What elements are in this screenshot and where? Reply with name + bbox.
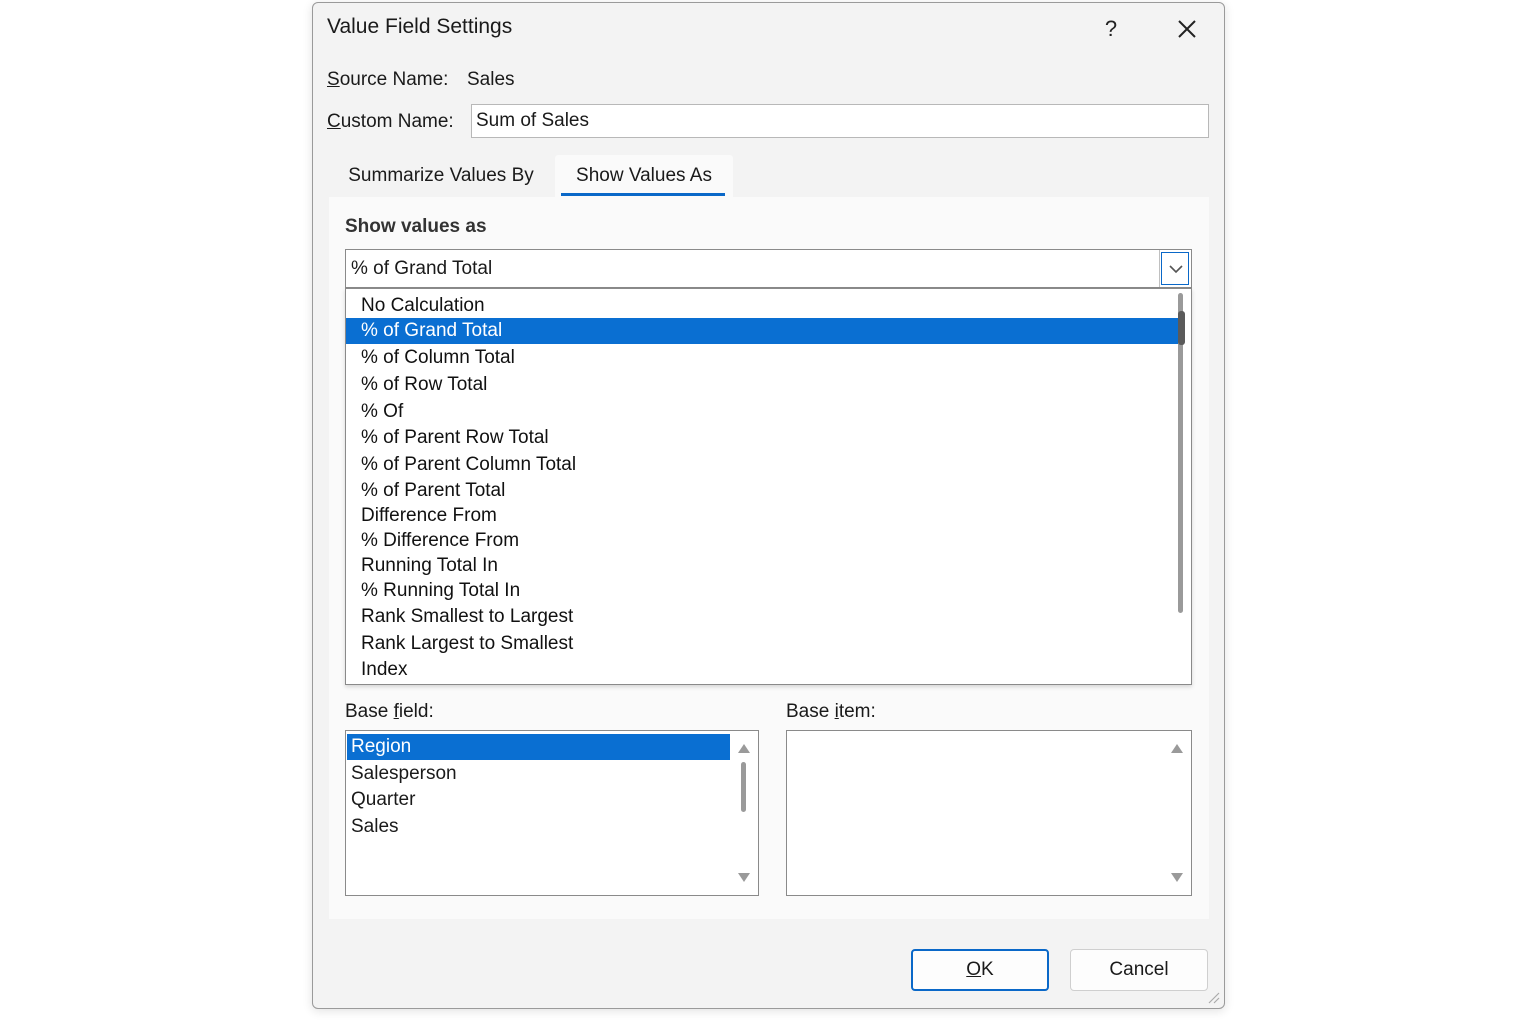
dropdown-option[interactable]: % of Grand Total — [346, 318, 1178, 344]
combobox-selected-value: % of Grand Total — [351, 258, 493, 279]
source-name-label: Source Name: — [327, 69, 449, 90]
base-field-item[interactable]: Region — [347, 734, 730, 760]
dropdown-option[interactable]: Difference From — [346, 503, 1178, 529]
dropdown-option[interactable]: % Difference From — [346, 528, 1178, 554]
dropdown-scrollbar-thumb[interactable] — [1178, 311, 1185, 345]
base-item-scrollbar[interactable] — [1164, 732, 1190, 894]
base-field-item[interactable]: Quarter — [347, 787, 730, 813]
cancel-button[interactable]: Cancel — [1070, 949, 1208, 991]
close-icon — [1178, 20, 1196, 38]
base-field-item[interactable]: Salesperson — [347, 761, 730, 787]
scroll-down-arrow-icon[interactable] — [738, 873, 750, 882]
dropdown-option[interactable]: Rank Largest to Smallest — [346, 631, 1178, 657]
base-field-scrollbar[interactable] — [731, 732, 757, 894]
close-button[interactable] — [1165, 9, 1209, 49]
tab-label: Summarize Values By — [348, 165, 534, 186]
dropdown-option[interactable]: % of Parent Total — [346, 478, 1178, 504]
ok-button[interactable]: OK — [911, 949, 1049, 991]
dropdown-option[interactable]: % Of — [346, 399, 1178, 425]
tab-show-values-as[interactable]: Show Values As — [555, 155, 733, 197]
tab-label: Show Values As — [576, 165, 712, 186]
dropdown-option[interactable]: % Running Total In — [346, 578, 1178, 604]
base-field-label: Base field: — [345, 701, 434, 722]
active-tab-indicator — [561, 193, 725, 196]
scroll-up-arrow-icon[interactable] — [1171, 744, 1183, 753]
base-field-item[interactable]: Sales — [347, 814, 730, 840]
show-values-as-dropdown-list[interactable]: No Calculation% of Grand Total% of Colum… — [345, 288, 1192, 685]
dialog-title: Value Field Settings — [327, 15, 513, 38]
dropdown-option[interactable]: Running Total In — [346, 553, 1178, 579]
custom-name-input[interactable] — [471, 104, 1209, 138]
tab-summarize-values-by[interactable]: Summarize Values By — [333, 155, 549, 197]
dropdown-option[interactable]: % of Column Total — [346, 345, 1178, 371]
help-button[interactable]: ? — [1089, 9, 1133, 49]
scroll-down-arrow-icon[interactable] — [1171, 873, 1183, 882]
cancel-label: Cancel — [1109, 959, 1169, 980]
custom-name-label: Custom Name: — [327, 111, 454, 132]
combobox-dropdown-button[interactable] — [1159, 250, 1191, 287]
value-field-settings-dialog: Value Field Settings ? Source Name: Sale… — [312, 2, 1225, 1009]
scrollbar-thumb[interactable] — [741, 762, 746, 812]
dropdown-option[interactable]: Rank Smallest to Largest — [346, 604, 1178, 630]
base-item-label: Base item: — [786, 701, 876, 722]
resize-grip-icon[interactable] — [1206, 990, 1220, 1004]
scroll-up-arrow-icon[interactable] — [738, 744, 750, 753]
dropdown-option[interactable]: % of Row Total — [346, 372, 1178, 398]
dropdown-option[interactable]: Index — [346, 657, 1178, 683]
ok-label: OK — [966, 959, 994, 980]
dropdown-option[interactable]: % of Parent Column Total — [346, 452, 1178, 478]
source-name-value: Sales — [467, 69, 515, 90]
base-item-listbox[interactable] — [786, 730, 1192, 896]
dropdown-option[interactable]: % of Parent Row Total — [346, 425, 1178, 451]
help-icon: ? — [1104, 16, 1118, 41]
dropdown-option[interactable]: No Calculation — [346, 293, 1178, 319]
base-field-listbox[interactable]: Region Salesperson Quarter Sales — [345, 730, 759, 896]
show-values-as-combobox[interactable]: % of Grand Total — [345, 249, 1192, 288]
show-values-as-heading: Show values as — [345, 216, 487, 237]
chevron-down-icon — [1168, 264, 1183, 273]
